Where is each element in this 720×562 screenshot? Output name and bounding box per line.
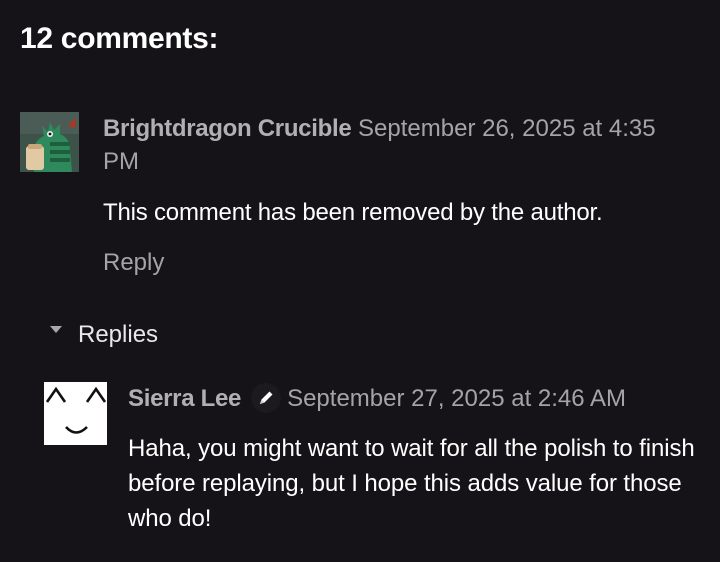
reply-author[interactable]: Sierra Lee bbox=[128, 385, 241, 412]
comment-body: This comment has been removed by the aut… bbox=[103, 199, 603, 226]
reply-body: Haha, you might want to wait for all the… bbox=[128, 435, 695, 532]
replies-toggle[interactable]: Replies bbox=[50, 318, 158, 351]
replies-toggle-label: Replies bbox=[78, 321, 159, 348]
comment-author[interactable]: Brightdragon Crucible bbox=[103, 115, 352, 142]
reply-header: Sierra Lee September 27, 2025 at 2:46 AM bbox=[128, 382, 626, 415]
pencil-icon bbox=[251, 382, 282, 413]
dragon-avatar-icon[interactable] bbox=[20, 112, 79, 172]
reply-button[interactable]: Reply bbox=[103, 246, 164, 279]
comment-header: Brightdragon Crucible September 26, 2025… bbox=[103, 112, 663, 178]
comments-heading: 12 comments: bbox=[20, 22, 219, 55]
reply-timestamp[interactable]: September 27, 2025 at 2:46 AM bbox=[287, 385, 626, 412]
caret-down-icon bbox=[50, 326, 62, 334]
smiley-face-avatar-icon[interactable] bbox=[44, 382, 107, 445]
